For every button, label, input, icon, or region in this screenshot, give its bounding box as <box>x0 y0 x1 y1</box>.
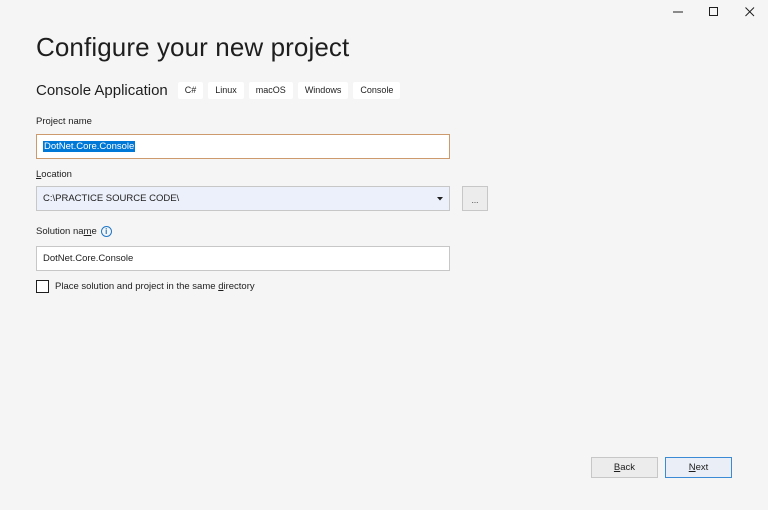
window-controls <box>660 0 768 24</box>
location-value: C:\PRACTICE SOURCE CODE\ <box>43 193 180 204</box>
same-directory-label: Place solution and project in the same d… <box>55 281 255 292</box>
chevron-down-icon <box>437 196 443 200</box>
browse-button[interactable]: ... <box>462 186 488 211</box>
location-label: Location <box>36 169 72 180</box>
minimize-icon <box>673 11 683 13</box>
solution-name-label: Solution name i <box>36 226 112 237</box>
info-icon[interactable]: i <box>100 226 112 237</box>
next-accel: N <box>688 462 696 473</box>
close-icon <box>745 7 755 17</box>
tag-csharp: C# <box>177 82 204 99</box>
back-button[interactable]: Back <box>591 457 658 478</box>
template-info: Console Application C# Linux macOS Windo… <box>36 82 405 99</box>
same-directory-label-pre: Place solution and project in the same <box>55 281 219 292</box>
project-name-input[interactable]: DotNet.Core.Console <box>36 134 450 159</box>
back-rest: ack <box>620 462 636 473</box>
maximize-button[interactable] <box>696 0 732 24</box>
tag-linux: Linux <box>208 82 244 99</box>
template-name: Console Application <box>36 82 168 99</box>
project-name-value: DotNet.Core.Console <box>43 141 136 152</box>
location-label-rest: ocation <box>41 169 72 180</box>
same-directory-checkbox[interactable] <box>36 280 49 293</box>
page-title: Configure your new project <box>36 32 350 62</box>
location-select[interactable]: C:\PRACTICE SOURCE CODE\ <box>36 186 450 211</box>
solution-name-value: DotNet.Core.Console <box>43 253 134 264</box>
solution-name-input[interactable]: DotNet.Core.Console <box>36 246 450 271</box>
tag-windows: Windows <box>297 82 349 99</box>
minimize-button[interactable] <box>660 0 696 24</box>
solution-name-label-pre: Solution na <box>36 226 84 238</box>
next-button[interactable]: Next <box>665 457 732 478</box>
solution-name-label-post: e <box>91 226 97 238</box>
same-directory-label-post: irectory <box>223 281 255 292</box>
project-name-label: Project name <box>36 116 92 127</box>
tag-macos: macOS <box>248 82 293 99</box>
maximize-icon <box>709 7 718 16</box>
tag-console: Console <box>353 82 401 99</box>
close-button[interactable] <box>732 0 768 24</box>
same-directory-option[interactable]: Place solution and project in the same d… <box>36 280 255 293</box>
next-rest: ext <box>695 462 709 473</box>
